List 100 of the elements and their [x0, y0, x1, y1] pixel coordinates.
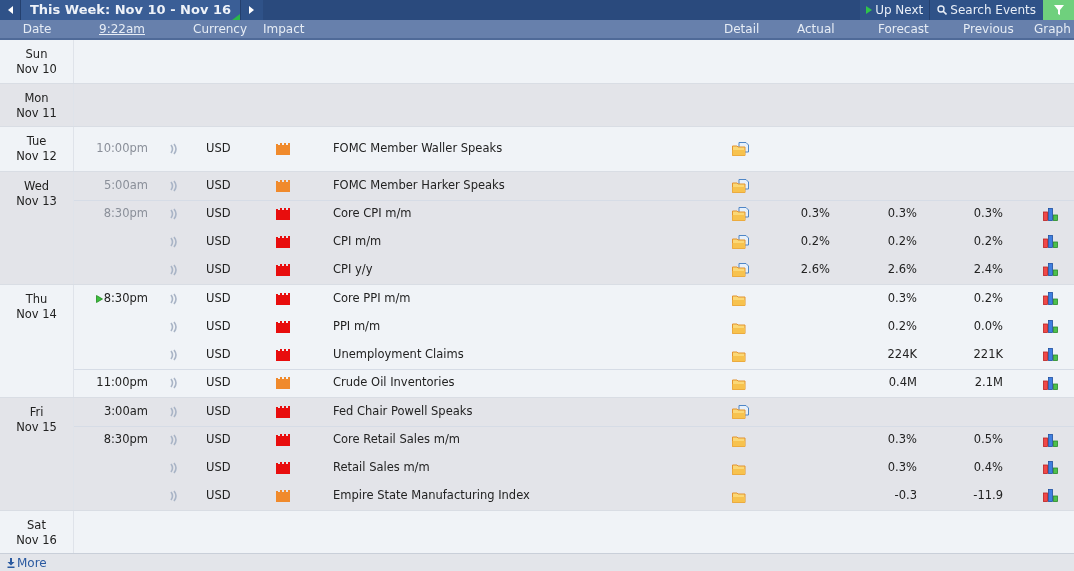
event-title[interactable]: Crude Oil Inventories [333, 375, 455, 390]
forecast-value: 0.2% [887, 318, 917, 333]
event-title[interactable]: CPI m/m [333, 233, 382, 248]
bar-chart-icon[interactable] [1043, 376, 1058, 390]
folder-document-icon[interactable] [731, 404, 749, 419]
bar-chart-icon[interactable] [1043, 461, 1058, 474]
forecast-value: 0.3% [887, 432, 917, 447]
event-title[interactable]: Retail Sales m/m [333, 459, 430, 474]
sound-icon[interactable] [170, 434, 178, 446]
forecast-value: 0.4M [888, 375, 917, 390]
event-title[interactable]: PPI m/m [333, 318, 381, 333]
currency-label: USD [206, 432, 231, 447]
sound-icon[interactable] [170, 263, 178, 276]
sound-icon[interactable] [170, 235, 178, 248]
forecast-value: -0.3 [894, 487, 917, 502]
graph-header: Graph [1034, 21, 1071, 36]
currency-label: USD [206, 346, 231, 361]
sound-icon[interactable] [170, 142, 178, 155]
weekday-label: Thu [25, 291, 48, 307]
previous-value: 0.5% [973, 432, 1003, 447]
forecast-value: 0.3% [887, 206, 917, 221]
previous-value: 0.2% [973, 233, 1003, 248]
bar-chart-icon[interactable] [1043, 263, 1058, 276]
folder-document-icon[interactable] [731, 207, 749, 221]
sound-icon[interactable] [170, 292, 178, 305]
folder-document-icon[interactable] [731, 178, 749, 193]
currency-label: USD [206, 375, 231, 390]
event-title[interactable]: Fed Chair Powell Speaks [333, 403, 473, 418]
actual-value: 2.6% [800, 261, 830, 276]
bar-chart-icon[interactable] [1043, 207, 1058, 221]
left-arrow-icon [7, 5, 13, 14]
detail-header: Detail [724, 21, 760, 36]
event-time: 8:30pm [103, 289, 148, 307]
sound-icon[interactable] [170, 208, 178, 220]
right-arrow-icon [249, 5, 255, 14]
search-icon [937, 4, 948, 15]
search-events-button[interactable]: Search Events [930, 0, 1043, 20]
bar-chart-icon[interactable] [1043, 433, 1058, 447]
date-label: Nov 10 [16, 61, 57, 77]
currency-label: USD [206, 206, 231, 221]
event-title[interactable]: CPI y/y [333, 261, 373, 276]
forecast-value: 0.3% [887, 290, 917, 305]
sound-icon[interactable] [170, 489, 178, 502]
previous-value: 0.2% [973, 290, 1003, 305]
event-title[interactable]: FOMC Member Harker Speaks [333, 177, 505, 192]
date-label: Nov 12 [16, 148, 57, 164]
bar-chart-icon[interactable] [1043, 489, 1058, 502]
next-week-button[interactable] [241, 0, 263, 20]
currency-label: USD [206, 318, 231, 333]
previous-value: -11.9 [973, 487, 1003, 502]
more-link[interactable]: More [7, 553, 47, 571]
event-time: 11:00pm [96, 374, 148, 392]
event-title[interactable]: Empire State Manufacturing Index [333, 487, 530, 502]
sound-icon[interactable] [170, 348, 178, 361]
sound-icon[interactable] [170, 320, 178, 333]
impact-header: Impact [263, 21, 305, 36]
folder-icon[interactable] [731, 433, 749, 447]
event-title[interactable]: Core Retail Sales m/m [333, 432, 460, 447]
event-time: 8:30pm [103, 205, 148, 223]
filter-button[interactable] [1043, 0, 1074, 20]
folder-icon[interactable] [731, 376, 749, 390]
sound-icon[interactable] [170, 405, 178, 418]
event-title[interactable]: Core CPI m/m [333, 206, 412, 221]
date-label: Nov 13 [16, 193, 57, 209]
previous-value: 0.3% [973, 206, 1003, 221]
forecast-value: 0.3% [887, 459, 917, 474]
bar-chart-icon[interactable] [1043, 235, 1058, 248]
weekday-label: Fri [29, 404, 44, 420]
corner-marker-icon [232, 13, 240, 20]
currency-header: Currency [193, 21, 248, 36]
currency-label: USD [206, 403, 231, 418]
event-title[interactable]: FOMC Member Waller Speaks [333, 140, 503, 155]
actual-header: Actual [797, 21, 835, 36]
folder-document-icon[interactable] [731, 262, 749, 277]
week-tab[interactable]: This Week: Nov 10 - Nov 16 [20, 0, 241, 20]
event-title[interactable]: Core PPI m/m [333, 290, 411, 305]
up-next-button[interactable]: Up Next [860, 0, 931, 20]
currency-label: USD [206, 177, 231, 192]
currency-label: USD [206, 140, 231, 155]
bar-chart-icon[interactable] [1043, 320, 1058, 333]
weekday-label: Sun [25, 46, 48, 62]
previous-week-button[interactable] [0, 0, 20, 20]
actual-value: 0.2% [800, 233, 830, 248]
previous-value: 0.0% [973, 318, 1003, 333]
forecast-value: 2.6% [887, 261, 917, 276]
event-time: 8:30pm [103, 431, 148, 449]
bar-chart-icon[interactable] [1043, 348, 1058, 361]
sound-icon[interactable] [170, 377, 178, 389]
currency-label: USD [206, 290, 231, 305]
forecast-value: 224K [887, 346, 917, 361]
date-label: Nov 11 [16, 105, 57, 121]
sound-icon[interactable] [170, 461, 178, 474]
previous-value: 2.4% [973, 261, 1003, 276]
folder-document-icon[interactable] [731, 141, 749, 156]
bar-chart-icon[interactable] [1043, 292, 1058, 305]
sound-icon[interactable] [170, 179, 178, 192]
currency-label: USD [206, 233, 231, 248]
folder-document-icon[interactable] [731, 234, 749, 249]
event-title[interactable]: Unemployment Claims [333, 346, 464, 361]
weekday-label: Tue [26, 133, 47, 149]
